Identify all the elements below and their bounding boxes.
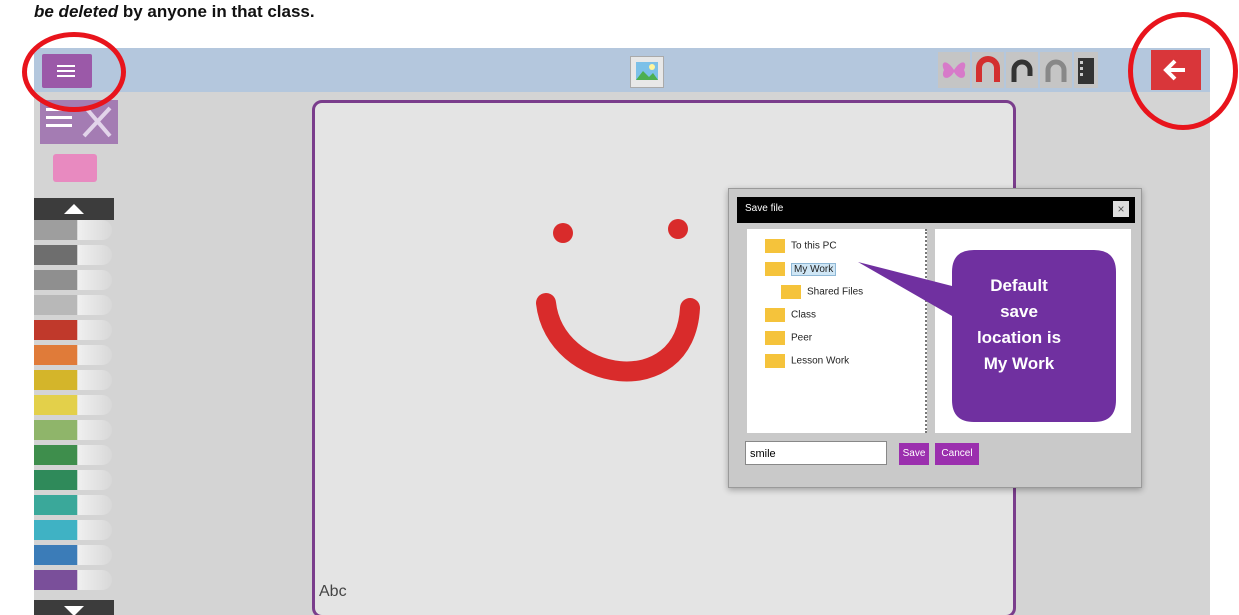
callout-line: location is bbox=[976, 328, 1062, 347]
scroll-down-button[interactable] bbox=[34, 600, 114, 615]
save-button[interactable]: Save bbox=[899, 443, 929, 465]
pen-color-14[interactable] bbox=[34, 545, 112, 565]
folder-label: Shared Files bbox=[807, 286, 864, 298]
pen-color-1[interactable] bbox=[34, 220, 112, 240]
callout-line: My Work bbox=[983, 354, 1055, 373]
folder-label: To this PC bbox=[791, 240, 837, 252]
folder-icon bbox=[765, 308, 785, 322]
pen-color-4[interactable] bbox=[34, 295, 112, 315]
top-toolbar bbox=[34, 48, 1210, 92]
callout-line: Default bbox=[990, 276, 1048, 295]
triangle-down-icon bbox=[64, 606, 84, 615]
folder-icon bbox=[765, 262, 785, 276]
dialog-title: Save file bbox=[745, 203, 784, 214]
folder-item[interactable]: Lesson Work bbox=[765, 354, 849, 372]
pen-color-10[interactable] bbox=[34, 445, 112, 465]
redo-icon bbox=[1045, 59, 1067, 82]
folder-label: Peer bbox=[791, 332, 813, 344]
pen-color-7[interactable] bbox=[34, 370, 112, 390]
folder-icon bbox=[765, 239, 785, 253]
document-text: be deleted by anyone in that class. bbox=[34, 2, 315, 22]
eraser-button[interactable] bbox=[53, 154, 97, 182]
pen-color-5[interactable] bbox=[34, 320, 112, 340]
triangle-up-icon bbox=[64, 204, 84, 214]
undo-icon bbox=[1011, 59, 1033, 82]
butterfly-icon bbox=[942, 62, 966, 78]
folder-label: My Work bbox=[791, 262, 837, 276]
folder-item[interactable]: Shared Files bbox=[781, 285, 863, 303]
callout-line: save bbox=[1000, 302, 1038, 321]
stamp-tool-button[interactable] bbox=[938, 52, 970, 88]
filmstrip-icon bbox=[1078, 58, 1094, 84]
pen-color-2[interactable] bbox=[34, 245, 112, 265]
folder-icon bbox=[765, 354, 785, 368]
filmstrip-button[interactable] bbox=[1074, 52, 1098, 88]
pen-color-12[interactable] bbox=[34, 495, 112, 515]
folder-tree: To this PC My Work Shared Files Class Peer Le… bbox=[747, 229, 927, 433]
canvas-label: Abc bbox=[319, 583, 347, 600]
callout-text: Default save location is My Work bbox=[934, 273, 1104, 377]
pen-color-9[interactable] bbox=[34, 420, 112, 440]
close-icon[interactable]: × bbox=[1113, 201, 1129, 217]
image-icon bbox=[636, 62, 658, 80]
folder-label: Class bbox=[791, 309, 817, 321]
pen-color-13[interactable] bbox=[34, 520, 112, 540]
filename-input[interactable]: smile bbox=[745, 441, 887, 465]
undo-button[interactable] bbox=[1006, 52, 1038, 88]
annotation-circle-menu bbox=[22, 32, 126, 112]
magnet-icon bbox=[976, 56, 1000, 82]
redo-button[interactable] bbox=[1040, 52, 1072, 88]
annotation-circle-back bbox=[1128, 12, 1238, 130]
cancel-button[interactable]: Cancel bbox=[935, 443, 979, 465]
pen-sidebar bbox=[34, 92, 118, 615]
folder-icon bbox=[765, 331, 785, 345]
folder-icon bbox=[781, 285, 801, 299]
scroll-up-button[interactable] bbox=[34, 198, 114, 220]
pen-color-3[interactable] bbox=[34, 270, 112, 290]
folder-label: Lesson Work bbox=[791, 355, 850, 367]
pen-color-15[interactable] bbox=[34, 570, 112, 590]
pen-color-11[interactable] bbox=[34, 470, 112, 490]
folder-item[interactable]: My Work bbox=[765, 262, 837, 280]
magnet-tool-button[interactable] bbox=[972, 52, 1004, 88]
folder-item[interactable]: Peer bbox=[765, 331, 812, 349]
pen-color-8[interactable] bbox=[34, 395, 112, 415]
folder-item[interactable]: Class bbox=[765, 308, 816, 326]
folder-item[interactable]: To this PC bbox=[765, 239, 837, 257]
pen-color-6[interactable] bbox=[34, 345, 112, 365]
insert-image-button[interactable] bbox=[630, 56, 664, 88]
document-text-rest: by anyone in that class. bbox=[118, 2, 315, 21]
emphasis-text: be deleted bbox=[34, 2, 119, 21]
dialog-title-bar: Save file × bbox=[737, 197, 1135, 223]
